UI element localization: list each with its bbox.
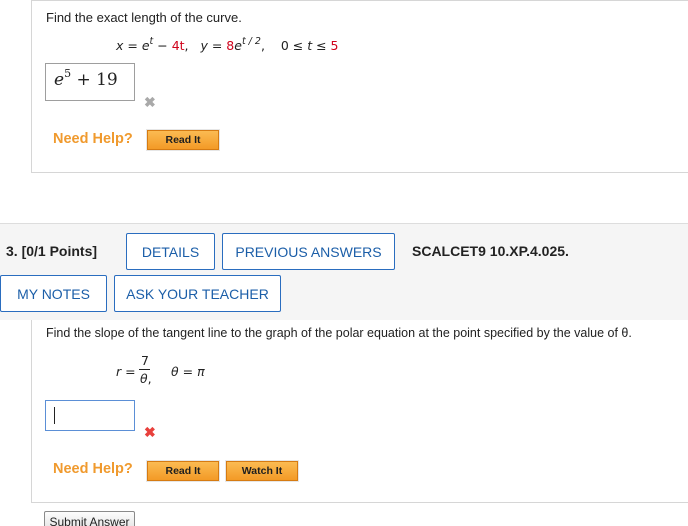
q2-read-it-button[interactable]: Read It	[146, 129, 220, 151]
q2-prompt: Find the exact length of the curve.	[46, 10, 242, 25]
incorrect-icon: ✖	[144, 94, 156, 110]
ask-your-teacher-button[interactable]: ASK YOUR TEACHER	[114, 275, 281, 312]
q2-eq-x-rest: 4t	[171, 38, 185, 53]
q2-need-help-label: Need Help?	[53, 131, 133, 147]
q2-parametric-equations: x = et − 4t, y = 8et / 2, 0 ≤ t ≤ 5	[116, 36, 339, 53]
text-caret	[54, 407, 55, 424]
q2-range-var: t	[307, 38, 313, 53]
my-notes-button[interactable]: MY NOTES	[0, 275, 107, 312]
previous-answers-button[interactable]: PREVIOUS ANSWERS	[222, 233, 395, 270]
q3-fraction-denominator: θ,	[140, 371, 152, 386]
q3-need-help-label: Need Help?	[53, 461, 133, 477]
q3-theta-value: θ = π	[171, 364, 205, 379]
q2-answer-value: e5 + 19	[54, 67, 118, 90]
q2-range-upper: 5	[330, 38, 339, 53]
details-button[interactable]: DETAILS	[126, 233, 215, 270]
q2-eq-x-lhs: x	[116, 38, 124, 53]
q3-watch-it-button[interactable]: Watch It	[225, 460, 299, 482]
question-number-points: 3. [0/1 Points]	[6, 243, 98, 259]
q2-eq-x-e: e	[141, 38, 150, 53]
incorrect-icon: ✖	[144, 424, 156, 440]
q3-prompt: Find the slope of the tangent line to th…	[46, 326, 632, 340]
question-code: SCALCET9 10.XP.4.025.	[412, 243, 569, 259]
q3-fraction-bar	[139, 369, 150, 370]
q2-eq-y-e: e	[234, 38, 242, 53]
q3-answer-field[interactable]	[45, 400, 135, 431]
q3-r-lhs: r =	[116, 364, 136, 379]
q2-eq-y-lhs: y	[200, 38, 208, 53]
question-3-header: 3. [0/1 Points] DETAILS PREVIOUS ANSWERS…	[0, 223, 688, 320]
q2-eq-x-exp: t	[149, 36, 154, 47]
q2-answer-field[interactable]: e5 + 19	[45, 63, 135, 101]
q2-eq-y-exp: t / 2	[241, 36, 261, 47]
q3-read-it-button[interactable]: Read It	[146, 460, 220, 482]
submit-answer-button[interactable]: Submit Answer	[44, 511, 135, 526]
q3-fraction-numerator: 7	[141, 353, 149, 368]
